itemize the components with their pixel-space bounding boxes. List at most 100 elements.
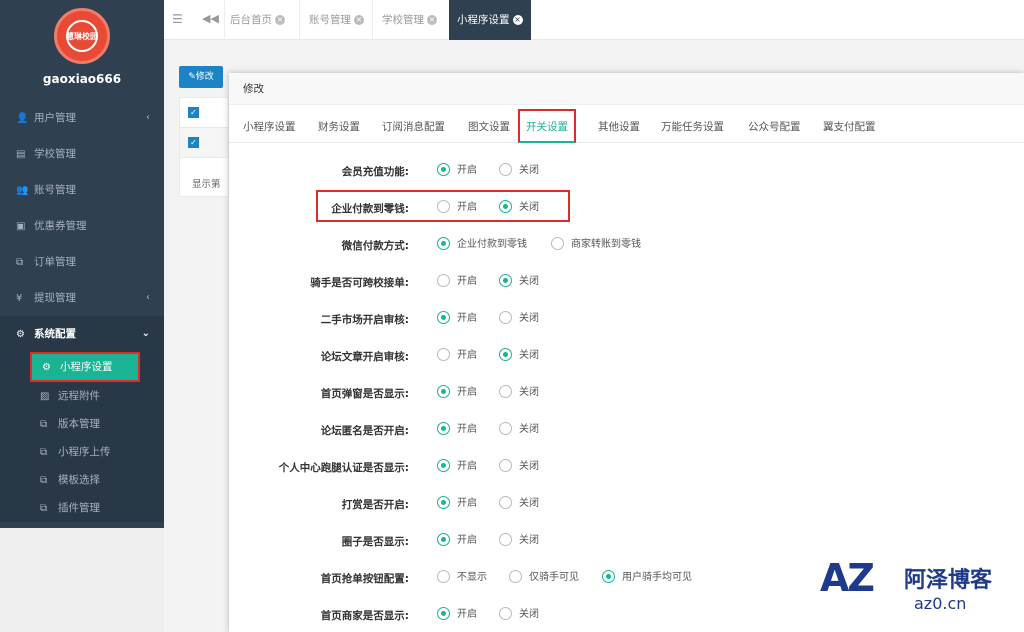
radio-option[interactable]: 仅骑手可见 xyxy=(509,569,579,587)
form-label: 二手市场开启审核: xyxy=(320,314,409,326)
sidebar-item[interactable]: ¥ 提现管理 ‹ xyxy=(0,280,164,316)
sidebar-subitem[interactable]: ⧉ 模板选择 xyxy=(0,466,164,494)
sidebar-subitem[interactable]: ⧉ 小程序上传 xyxy=(0,438,164,466)
sidebar-item[interactable]: ▣ 优惠券管理 xyxy=(0,208,164,244)
radio-button[interactable] xyxy=(499,495,512,509)
radio-button[interactable] xyxy=(437,236,450,250)
copy-icon: ⧉ xyxy=(40,447,48,458)
radio-option[interactable]: 商家转账到零钱 xyxy=(551,236,641,254)
radio-label: 开启 xyxy=(457,313,477,324)
radio-button[interactable] xyxy=(437,606,450,620)
radio-option[interactable]: 开启 xyxy=(437,458,477,476)
radio-button[interactable] xyxy=(437,384,450,398)
modal-tab[interactable]: 小程序设置 xyxy=(243,109,296,143)
sidebar-item[interactable]: ⚙ 系统配置 ⌄ xyxy=(0,316,164,352)
radio-button[interactable] xyxy=(437,569,450,583)
radio-option[interactable]: 开启 xyxy=(437,532,477,550)
radio-label: 开启 xyxy=(457,535,477,546)
radio-option[interactable]: 开启 xyxy=(437,495,477,513)
chevron-icon: ‹ xyxy=(146,112,150,123)
modal-tab[interactable]: 订阅消息配置 xyxy=(382,109,445,143)
radio-option[interactable]: 开启 xyxy=(437,347,477,365)
radio-label: 关闭 xyxy=(519,535,539,546)
modal-title: 修改 xyxy=(229,73,1024,105)
radio-option[interactable]: 关闭 xyxy=(499,532,539,550)
checkbox[interactable]: ✓ xyxy=(188,107,199,118)
radio-button[interactable] xyxy=(437,273,450,287)
tab-dashboard[interactable]: 后台首页 × xyxy=(230,0,285,40)
radio-button[interactable] xyxy=(499,273,512,287)
radio-option[interactable]: 关闭 xyxy=(499,162,539,180)
radio-button[interactable] xyxy=(499,162,512,176)
radio-option[interactable]: 企业付款到零钱 xyxy=(437,236,527,254)
checkbox[interactable]: ✓ xyxy=(188,137,199,148)
radio-button[interactable] xyxy=(437,495,450,509)
modal-tab[interactable]: 开关设置 xyxy=(518,109,576,143)
sidebar-item[interactable]: ⧉ 订单管理 xyxy=(0,244,164,280)
radio-option[interactable]: 关闭 xyxy=(499,606,539,624)
radio-option[interactable]: 开启 xyxy=(437,606,477,624)
sidebar-subitem[interactable]: ⧉ 版本管理 xyxy=(0,410,164,438)
radio-option[interactable]: 开启 xyxy=(437,162,477,180)
building-icon: ▤ xyxy=(16,149,26,160)
sidebar-item[interactable]: ▤ 学校管理 xyxy=(0,136,164,172)
radio-button[interactable] xyxy=(437,458,450,472)
radio-button[interactable] xyxy=(499,384,512,398)
radio-label: 关闭 xyxy=(519,165,539,176)
radio-button[interactable] xyxy=(437,347,450,361)
radio-option[interactable]: 关闭 xyxy=(499,458,539,476)
highlight-box xyxy=(316,190,570,222)
radio-option[interactable]: 开启 xyxy=(437,384,477,402)
radio-button[interactable] xyxy=(499,310,512,324)
radio-option[interactable]: 关闭 xyxy=(499,384,539,402)
sidebar-item[interactable]: 👤 用户管理 ‹ xyxy=(0,100,164,136)
radio-option[interactable]: 关闭 xyxy=(499,273,539,291)
radio-option[interactable]: 用户骑手均可见 xyxy=(602,569,692,587)
radio-option[interactable]: 关闭 xyxy=(499,310,539,328)
backward-icon[interactable]: ◀◀ xyxy=(202,12,219,25)
form-label: 首页弹窗是否显示: xyxy=(320,388,409,400)
sidebar-subitem[interactable]: ⚙ 小程序设置 xyxy=(30,352,140,382)
radio-button[interactable] xyxy=(437,310,450,324)
sidebar-subitem[interactable]: ⧉ 插件管理 xyxy=(0,494,164,522)
close-icon[interactable]: × xyxy=(427,15,437,25)
radio-button[interactable] xyxy=(499,421,512,435)
modal-tab[interactable]: 公众号配置 xyxy=(748,109,801,143)
radio-button[interactable] xyxy=(499,606,512,620)
modal-tab[interactable]: 万能任务设置 xyxy=(661,109,724,143)
modal-tab[interactable]: 财务设置 xyxy=(318,109,360,143)
radio-option[interactable]: 不显示 xyxy=(437,569,487,587)
radio-label: 关闭 xyxy=(519,461,539,472)
radio-option[interactable]: 关闭 xyxy=(499,421,539,439)
tab-school[interactable]: 学校管理 × xyxy=(382,0,437,40)
radio-button[interactable] xyxy=(509,569,522,583)
sidebar-item[interactable]: 👥 账号管理 xyxy=(0,172,164,208)
radio-button[interactable] xyxy=(551,236,564,250)
radio-label: 关闭 xyxy=(519,387,539,398)
username[interactable]: gaoxiao666 xyxy=(0,72,164,86)
radio-button[interactable] xyxy=(499,458,512,472)
radio-button[interactable] xyxy=(602,569,615,583)
close-icon[interactable]: × xyxy=(275,15,285,25)
radio-button[interactable] xyxy=(499,532,512,546)
close-icon[interactable]: × xyxy=(354,15,364,25)
radio-button[interactable] xyxy=(499,347,512,361)
modal-tab[interactable]: 图文设置 xyxy=(468,109,510,143)
radio-button[interactable] xyxy=(437,162,450,176)
edit-button[interactable]: ✎修改 xyxy=(179,66,223,88)
tab-miniprogram[interactable]: 小程序设置 × xyxy=(449,0,531,40)
radio-button[interactable] xyxy=(437,421,450,435)
radio-option[interactable]: 关闭 xyxy=(499,495,539,513)
radio-option[interactable]: 开启 xyxy=(437,421,477,439)
close-icon[interactable]: × xyxy=(512,15,523,25)
radio-option[interactable]: 开启 xyxy=(437,273,477,291)
tab-account[interactable]: 账号管理 × xyxy=(309,0,364,40)
radio-option[interactable]: 开启 xyxy=(437,310,477,328)
radio-option[interactable]: 关闭 xyxy=(499,347,539,365)
modal-tab[interactable]: 其他设置 xyxy=(598,109,640,143)
sidebar-subitem[interactable]: ▨ 远程附件 xyxy=(0,382,164,410)
radio-button[interactable] xyxy=(437,532,450,546)
modal-tab[interactable]: 翼支付配置 xyxy=(823,109,876,143)
menu-toggle-icon[interactable]: ☰ xyxy=(172,12,183,26)
radio-label: 用户骑手均可见 xyxy=(622,572,692,583)
